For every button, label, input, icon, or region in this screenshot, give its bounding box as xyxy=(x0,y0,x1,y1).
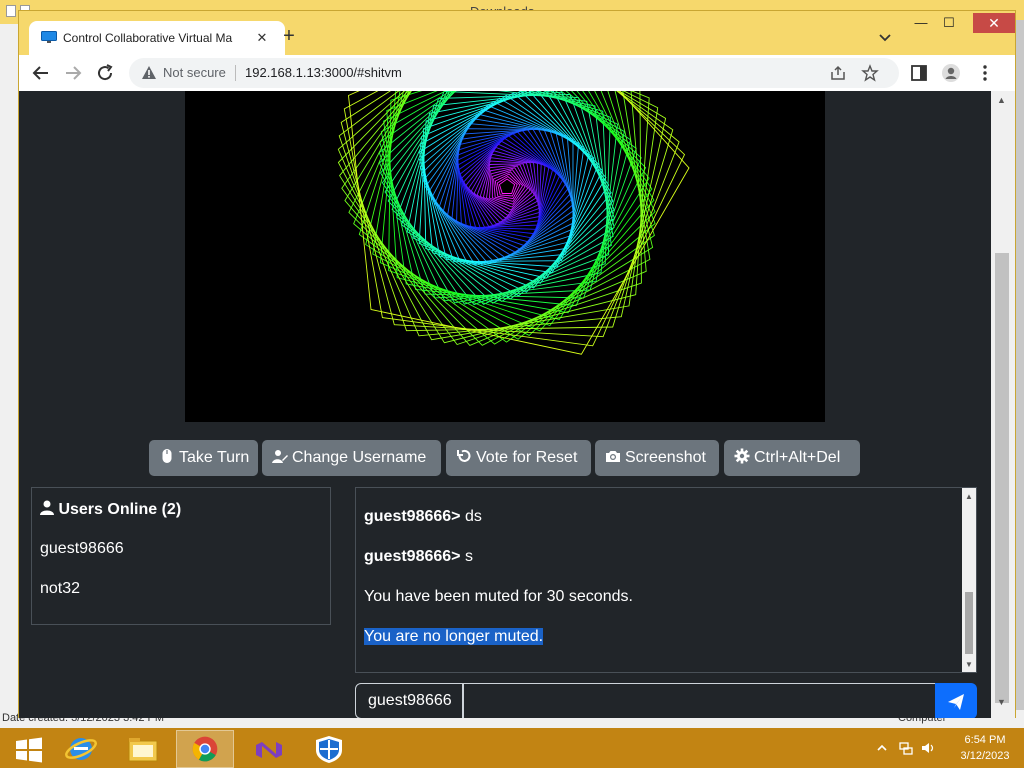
user-icon xyxy=(40,500,54,515)
url-text[interactable]: 192.168.1.13:3000/#shitvm xyxy=(245,65,402,80)
maximize-button[interactable]: ☐ xyxy=(939,15,959,31)
spiral-pentagon xyxy=(379,91,637,299)
side-panel-icon[interactable] xyxy=(909,63,929,83)
take-turn-label: Take Turn xyxy=(179,449,250,466)
visual-studio-icon[interactable] xyxy=(238,730,296,768)
screenshot-label: Screenshot xyxy=(625,449,706,466)
chrome-window: Control Collaborative Virtual Ma ✕ + — ☐… xyxy=(18,10,1016,718)
file-explorer-icon[interactable] xyxy=(114,730,172,768)
kebab-menu-icon[interactable] xyxy=(975,63,995,83)
internet-explorer-icon[interactable] xyxy=(52,730,110,768)
scroll-down-arrow-icon[interactable]: ▼ xyxy=(965,660,973,669)
chat-message: guest98666> ds xyxy=(364,508,482,526)
users-online-header: Users Online (2) xyxy=(40,500,181,519)
monitor-icon xyxy=(41,31,57,43)
tab-title: Control Collaborative Virtual Ma xyxy=(63,31,233,45)
page-scroll-up-icon[interactable]: ▲ xyxy=(997,95,1006,105)
camera-icon xyxy=(606,451,620,462)
network-icon[interactable] xyxy=(898,740,914,756)
rotate-left-icon xyxy=(457,450,471,462)
browser-toolbar: Not secure 192.168.1.13:3000/#shitvm xyxy=(19,55,1015,91)
take-turn-button[interactable]: Take Turn xyxy=(149,440,258,476)
username-label: guest98666 xyxy=(355,683,463,718)
chat-username: guest98666> xyxy=(364,508,461,525)
tab-close-icon[interactable]: ✕ xyxy=(253,29,271,47)
spiral-pentagon xyxy=(491,169,526,205)
system-clock[interactable]: 6:54 PM 3/12/2023 xyxy=(950,732,1020,764)
chat-message: guest98666> s xyxy=(364,548,473,566)
ctrl-alt-del-button[interactable]: Ctrl+Alt+Del xyxy=(724,440,860,476)
screenshot-button[interactable]: Screenshot xyxy=(595,440,719,476)
bookmark-star-icon[interactable] xyxy=(861,64,879,82)
chat-text-selected: You are no longer muted. xyxy=(364,628,544,645)
share-icon[interactable] xyxy=(829,64,847,82)
taskbar: 6:54 PM 3/12/2023 xyxy=(0,728,1024,768)
paper-plane-icon xyxy=(948,694,964,710)
gear-icon xyxy=(734,448,750,464)
chat-message-input[interactable] xyxy=(463,683,937,718)
address-bar[interactable]: Not secure 192.168.1.13:3000/#shitvm xyxy=(129,58,899,88)
vote-reset-button[interactable]: Vote for Reset xyxy=(446,440,591,476)
chat-text: You have been muted for 30 seconds. xyxy=(364,588,633,605)
user-list-item[interactable]: not32 xyxy=(40,580,80,598)
page-scroll-thumb[interactable] xyxy=(995,253,1009,703)
scroll-up-arrow-icon[interactable]: ▲ xyxy=(965,492,973,501)
chat-username: guest98666> xyxy=(364,548,461,565)
forward-arrow-icon[interactable] xyxy=(61,61,85,85)
mouse-icon xyxy=(162,449,172,463)
change-username-label: Change Username xyxy=(292,449,427,466)
page-scroll-down-icon[interactable]: ▼ xyxy=(997,697,1006,707)
chat-scroll-thumb[interactable] xyxy=(965,592,973,654)
address-separator xyxy=(235,65,236,81)
chat-log[interactable]: guest98666> ds guest98666> s You have be… xyxy=(355,487,977,673)
clock-date: 3/12/2023 xyxy=(960,750,1010,762)
back-arrow-icon[interactable] xyxy=(29,61,53,85)
users-online-panel: Users Online (2) guest98666 not32 xyxy=(31,487,331,625)
system-message: You are no longer muted. xyxy=(364,628,544,646)
change-username-button[interactable]: Change Username xyxy=(262,440,441,476)
shield-icon[interactable] xyxy=(300,730,358,768)
volume-icon[interactable] xyxy=(920,740,936,756)
user-edit-icon xyxy=(272,450,288,463)
profile-avatar-icon[interactable] xyxy=(941,63,961,83)
tray-chevron-icon[interactable] xyxy=(874,740,890,756)
warning-icon[interactable] xyxy=(141,65,157,81)
start-windows-icon[interactable] xyxy=(0,730,58,768)
browser-tab[interactable]: Control Collaborative Virtual Ma ✕ xyxy=(29,21,285,55)
not-secure-label: Not secure xyxy=(163,65,226,80)
chat-input-row: guest98666 xyxy=(355,683,977,718)
ctrl-alt-del-label: Ctrl+Alt+Del xyxy=(754,449,841,466)
send-button[interactable] xyxy=(935,683,977,718)
vm-spiral-art[interactable] xyxy=(185,91,825,422)
user-list-item[interactable]: guest98666 xyxy=(40,540,124,558)
window-close-button[interactable]: ✕ xyxy=(973,13,1015,33)
vote-reset-label: Vote for Reset xyxy=(476,449,578,466)
minimize-button[interactable]: — xyxy=(911,15,931,31)
clock-time: 6:54 PM xyxy=(964,734,1006,746)
chat-text: ds xyxy=(460,508,482,525)
page-scrollbar[interactable]: ▲ ▼ xyxy=(991,91,1015,718)
reload-icon[interactable] xyxy=(93,61,117,85)
chat-text: s xyxy=(460,548,473,565)
spiral-pentagon xyxy=(498,178,516,194)
users-online-title: Users Online (2) xyxy=(58,501,182,518)
chrome-taskbar-icon[interactable] xyxy=(176,730,234,768)
chat-scrollbar[interactable]: ▲ ▼ xyxy=(962,488,976,672)
system-message: You have been muted for 30 seconds. xyxy=(364,588,633,606)
page-content: Take Turn Change Username Vote for Reset xyxy=(19,91,991,718)
tab-search-chevron-icon[interactable] xyxy=(875,27,895,47)
new-tab-button[interactable]: + xyxy=(277,25,301,49)
vm-screen[interactable] xyxy=(185,91,825,422)
